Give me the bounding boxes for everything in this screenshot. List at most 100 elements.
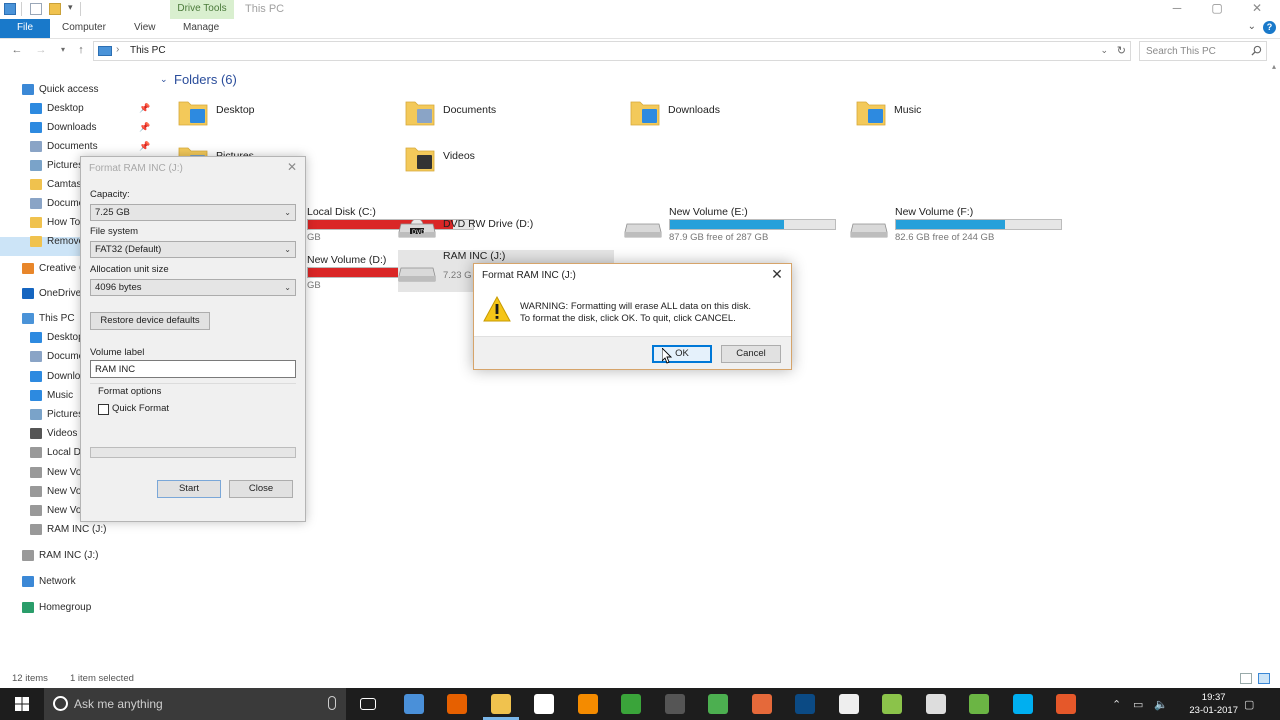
pen-tool-icon[interactable] <box>882 694 902 714</box>
up-arrow-icon[interactable]: ↑ <box>74 43 88 57</box>
vertical-scrollbar[interactable]: ▴ <box>1268 62 1280 670</box>
cancel-button[interactable]: Cancel <box>721 345 781 363</box>
cortana-search-box[interactable] <box>44 688 346 720</box>
pin-icon[interactable]: 📌 <box>139 137 150 156</box>
tab-file[interactable]: File <box>0 19 50 38</box>
sidebar-item[interactable]: Downloads 📌 <box>0 118 160 137</box>
settings-app-icon[interactable] <box>925 694 946 714</box>
start-button[interactable]: Start <box>157 480 221 498</box>
maximize-button[interactable]: ▢ <box>1204 1 1230 17</box>
close-icon[interactable]: ✕ <box>769 266 785 283</box>
vlc-icon[interactable] <box>577 694 598 714</box>
allocation-unit-select[interactable]: 4096 bytes ⌄ <box>90 279 296 296</box>
folder-tile[interactable]: Documents <box>405 96 605 140</box>
pin-icon[interactable]: 📌 <box>139 118 150 137</box>
file-system-select[interactable]: FAT32 (Default) ⌄ <box>90 241 296 258</box>
pictures-icon <box>30 160 42 171</box>
folder-label: Desktop <box>216 104 255 116</box>
customize-quick-access-icon[interactable]: ▾ <box>68 2 73 13</box>
chrome-icon[interactable] <box>708 694 728 714</box>
folder-tile[interactable]: Music <box>856 96 1056 140</box>
drive-tools-context-tab[interactable]: Drive Tools <box>170 0 234 19</box>
quick-format-checkbox[interactable] <box>98 404 109 415</box>
address-bar[interactable]: › This PC ⌄ ↻ <box>93 41 1131 61</box>
details-view-icon[interactable] <box>1240 673 1252 684</box>
presentation-app-icon[interactable] <box>751 694 772 714</box>
close-icon[interactable]: ✕ <box>285 160 299 174</box>
minimize-button[interactable]: ─ <box>1164 1 1190 17</box>
store-icon[interactable] <box>534 694 554 714</box>
volume-label-input[interactable] <box>90 360 296 378</box>
drive-tile[interactable]: New Volume (E:) 87.9 GB free of 287 GB <box>624 206 844 250</box>
clock[interactable]: 19:37 23-01-2017 <box>1189 691 1238 717</box>
sidebar-item[interactable]: Homegroup <box>0 598 160 617</box>
scroll-up-icon[interactable]: ▴ <box>1272 62 1276 71</box>
network-tray-icon[interactable]: ▭ <box>1133 698 1143 711</box>
download-icon <box>30 371 42 382</box>
new-folder-icon[interactable] <box>49 3 61 15</box>
dvd-badge: DVD <box>412 230 425 236</box>
folder-tile[interactable]: Downloads <box>630 96 830 140</box>
pin-icon[interactable]: 📌 <box>139 99 150 118</box>
ok-button[interactable]: OK <box>652 345 712 363</box>
warning-message-line-2: To format the disk, click OK. To quit, c… <box>520 313 736 324</box>
breadcrumb-separator-icon[interactable]: › <box>116 44 119 55</box>
windows-start-icon[interactable] <box>0 688 44 720</box>
volume-icon[interactable]: 🔈 <box>1154 698 1168 711</box>
large-icons-view-icon[interactable] <box>1258 673 1270 684</box>
photoshop-icon[interactable] <box>795 694 815 714</box>
tab-computer[interactable]: Computer <box>52 19 116 38</box>
search-input[interactable] <box>1140 42 1248 60</box>
sidebar-item[interactable]: Quick access <box>0 80 160 99</box>
sidebar-item[interactable]: Desktop 📌 <box>0 99 160 118</box>
chevron-down-icon: ⌄ <box>284 245 291 254</box>
cortana-search-input[interactable] <box>74 688 324 720</box>
drive-usage-bar <box>669 219 836 230</box>
microphone-icon[interactable] <box>328 696 336 710</box>
properties-icon[interactable] <box>30 3 42 15</box>
expand-ribbon-icon[interactable]: ⌄ <box>1248 21 1256 32</box>
folder-tile[interactable]: Videos <box>405 142 605 186</box>
help-icon[interactable]: ? <box>1263 21 1276 34</box>
address-dropdown-icon[interactable]: ⌄ <box>1100 45 1108 56</box>
refresh-icon[interactable]: ↻ <box>1117 44 1126 57</box>
file-system-value: FAT32 (Default) <box>95 244 162 255</box>
back-arrow-icon[interactable]: ← <box>10 43 24 57</box>
search-box[interactable] <box>1139 41 1267 61</box>
capacity-select[interactable]: 7.25 GB ⌄ <box>90 204 296 221</box>
quick-format-label[interactable]: Quick Format <box>112 403 169 414</box>
orange-app-icon[interactable] <box>1056 694 1076 714</box>
sidebar-item[interactable]: Network <box>0 572 160 591</box>
media-app-icon[interactable] <box>664 694 685 714</box>
pen-app-icon[interactable] <box>403 694 424 714</box>
tab-view[interactable]: View <box>124 19 166 38</box>
search-icon[interactable] <box>1251 45 1262 56</box>
firefox-icon[interactable] <box>447 694 467 714</box>
folders-group-header[interactable]: Folders (6) <box>174 72 237 87</box>
tab-manage[interactable]: Manage <box>173 19 229 38</box>
skype-icon[interactable] <box>1012 694 1033 714</box>
drive-tile[interactable]: New Volume (F:) 82.6 GB free of 244 GB <box>850 206 1070 250</box>
sidebar-item[interactable]: RAM INC (J:) <box>0 520 160 539</box>
recent-locations-icon[interactable]: ▾ <box>56 43 70 57</box>
show-hidden-icons-icon[interactable]: ⌃ <box>1112 698 1121 711</box>
collapse-chevron-icon[interactable]: ⌄ <box>160 74 168 85</box>
folder-tile[interactable]: Desktop <box>178 96 378 140</box>
sidebar-item[interactable]: Documents 📌 <box>0 137 160 156</box>
sidebar-item[interactable]: RAM INC (J:) <box>0 546 160 565</box>
sidebar-item-label: Downloads <box>47 122 97 133</box>
task-view-icon[interactable] <box>360 698 376 710</box>
close-format-button[interactable]: Close <box>229 480 293 498</box>
image-app-icon[interactable] <box>838 694 859 714</box>
green-app-icon[interactable] <box>969 694 989 714</box>
camtasia-icon[interactable] <box>621 694 641 714</box>
close-button[interactable]: ✕ <box>1244 1 1270 17</box>
sidebar-item-label: Videos <box>47 428 78 439</box>
file-explorer-icon[interactable] <box>490 694 511 714</box>
breadcrumb[interactable]: This PC <box>130 45 166 56</box>
forward-arrow-icon[interactable]: → <box>34 43 48 57</box>
action-center-icon[interactable]: ▢ <box>1244 698 1254 711</box>
cortana-icon <box>53 696 68 711</box>
restore-defaults-button[interactable]: Restore device defaults <box>90 312 210 330</box>
drive-tile[interactable]: DVD DVD RW Drive (D:) <box>398 206 618 250</box>
